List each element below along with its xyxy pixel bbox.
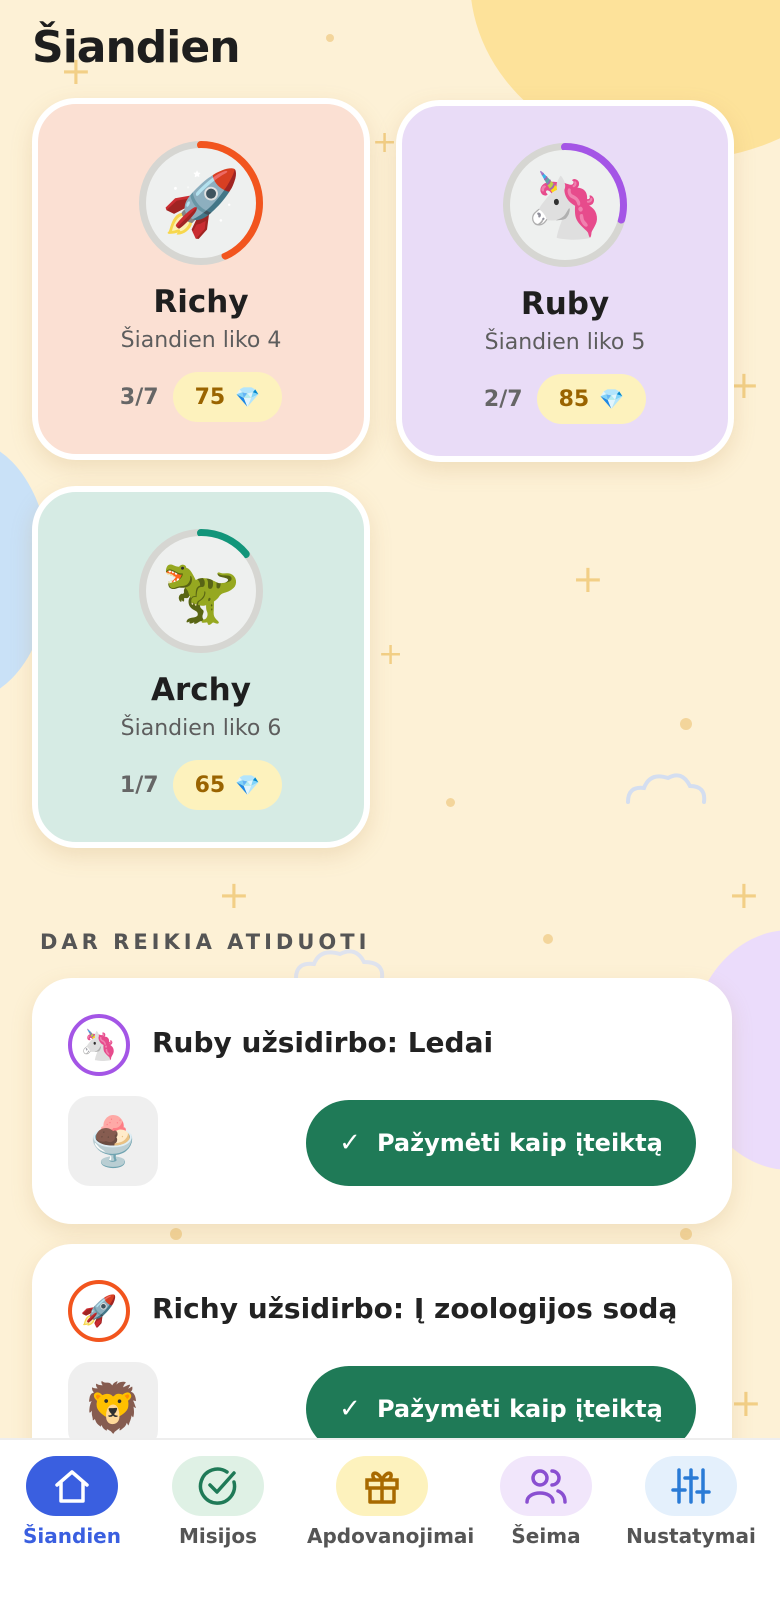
home-icon [55, 1470, 89, 1503]
kid-name: Archy [151, 672, 251, 708]
nav-item-rewards[interactable]: Apdovanojimai [307, 1456, 475, 1548]
progress-ring: 🚀 [136, 138, 266, 268]
gem-balance: 65 💎 [172, 760, 283, 810]
kid-remaining: Šiandien liko 4 [120, 328, 282, 353]
nav-item-today[interactable]: Šiandien [0, 1456, 147, 1548]
kid-name: Ruby [520, 286, 610, 322]
sparkle-icon: + [218, 873, 250, 917]
button-label: Pažymėti kaip įteiktą [376, 1129, 663, 1157]
kid-avatar: 🚀 [68, 1280, 130, 1342]
nav-label: Apdovanojimai [307, 1524, 475, 1548]
kid-remaining: Šiandien liko 5 [484, 330, 646, 355]
nav-label: Šiandien [23, 1524, 121, 1548]
gem-balance: 75 💎 [172, 372, 283, 422]
page-title: Šiandien [32, 22, 241, 73]
mark-delivered-button[interactable]: ✓ Pažymėti kaip įteiktą [306, 1100, 696, 1186]
gem-icon: 💎 [235, 385, 261, 409]
sliders-icon [671, 1468, 711, 1504]
progress-ring: 🦄 [500, 140, 630, 270]
sparkle-icon: + [572, 557, 604, 601]
check-icon: ✓ [339, 1394, 361, 1424]
kid-remaining: Šiandien liko 6 [120, 716, 282, 741]
kid-avatar: 🚀 [146, 148, 256, 258]
check-circle-icon [198, 1467, 237, 1505]
gem-icon: 💎 [599, 387, 625, 411]
section-title-pending: DAR REIKIA ATIDUOTI [40, 930, 371, 954]
gem-balance: 85 💎 [536, 374, 647, 424]
nav-item-missions[interactable]: Misijos [143, 1456, 293, 1548]
sparkle-icon: + [730, 1381, 762, 1425]
task-progress: 1/7 [119, 772, 159, 798]
nav-item-settings[interactable]: Nustatymai [616, 1456, 766, 1548]
dot [446, 798, 455, 807]
nav-label: Šeima [511, 1524, 581, 1548]
dot [680, 718, 692, 730]
nav-label: Misijos [178, 1524, 258, 1548]
kid-name: Richy [153, 284, 249, 320]
kid-card-ruby[interactable]: 🦄 Ruby Šiandien liko 5 2/7 85 💎 [396, 100, 734, 462]
gem-icon: 💎 [235, 773, 261, 797]
kid-avatar: 🦄 [510, 150, 620, 260]
dot [170, 1228, 182, 1240]
check-icon: ✓ [339, 1128, 361, 1158]
reward-card: 🦄 Ruby užsidirbo: Ledai 🍨 ✓ Pažymėti kai… [32, 978, 732, 1224]
nav-label: Nustatymai [626, 1524, 756, 1548]
sparkle-icon: + [372, 125, 398, 160]
kid-avatar: 🦖 [146, 536, 256, 646]
task-progress: 2/7 [483, 386, 523, 412]
dot [326, 34, 334, 42]
progress-ring: 🦖 [136, 526, 266, 656]
dot [543, 934, 553, 944]
cloud-icon [626, 773, 707, 804]
reward-image: 🍨 [68, 1096, 158, 1186]
dot [680, 1228, 692, 1240]
users-icon [525, 1469, 567, 1504]
kid-card-richy[interactable]: 🚀 Richy Šiandien liko 4 3/7 75 💎 [32, 98, 370, 460]
nav-item-family[interactable]: Šeima [471, 1456, 621, 1548]
button-label: Pažymėti kaip įteiktą [376, 1395, 663, 1423]
reward-title: Richy užsidirbo: Į zoologijos sodą [152, 1292, 678, 1325]
bottom-navigation: Šiandien Misijos Apdovanojimai Šeima Nus… [0, 1438, 780, 1600]
kid-avatar: 🦄 [68, 1014, 130, 1076]
reward-title: Ruby užsidirbo: Ledai [152, 1026, 494, 1059]
task-progress: 3/7 [119, 384, 159, 410]
kid-card-archy[interactable]: 🦖 Archy Šiandien liko 6 1/7 65 💎 [32, 486, 370, 848]
sparkle-icon: + [728, 873, 760, 917]
gift-icon [365, 1471, 399, 1504]
sparkle-icon: + [378, 637, 404, 672]
